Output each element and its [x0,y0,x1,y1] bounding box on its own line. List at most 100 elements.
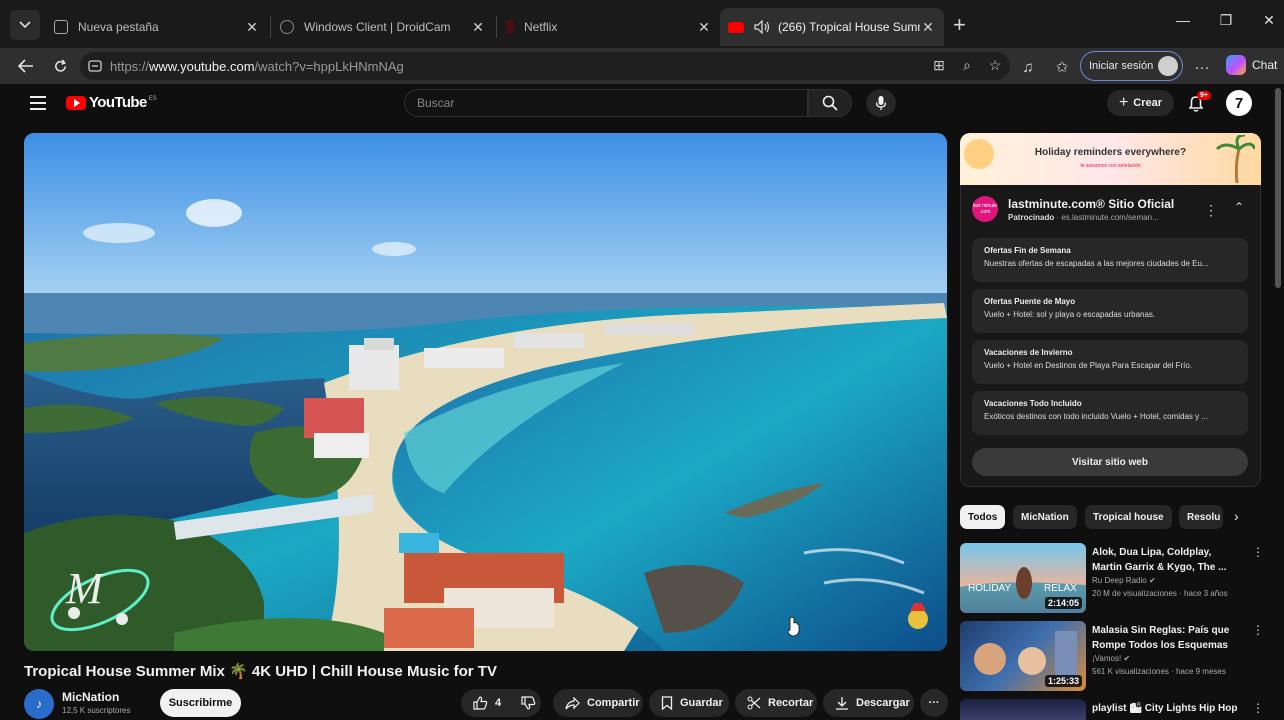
palm-tree-icon [1215,135,1255,183]
video-frame-aerial-beach: M [24,133,947,651]
ad-banner-image[interactable]: Holiday reminders everywhere? te avisamo… [960,133,1261,185]
ad-sitelink[interactable]: Ofertas Fin de Semana Nuestras ofertas d… [972,238,1248,282]
ad-more-options-icon[interactable]: ⋮ [1204,202,1218,219]
favorites-icon[interactable]: ✩ [1052,57,1072,77]
share-button[interactable]: Compartir [553,689,643,717]
copilot-icon [1226,55,1246,75]
browser-tab-bar: Nueva pestaña ✕ Windows Client | DroidCa… [0,0,1284,48]
restore-button[interactable]: ❐ [1211,12,1241,29]
minimize-button[interactable]: — [1168,12,1198,28]
extensions-icon[interactable]: ♫ [1018,57,1038,77]
chip-todos[interactable]: Todos [960,505,1006,529]
reload-button[interactable] [48,54,72,78]
ad-advertiser-logo[interactable]: last minute .com [972,196,998,222]
copilot-chat-button[interactable]: Chat [1226,55,1277,75]
subscribe-button[interactable]: Suscribirme [160,689,241,717]
visit-site-button[interactable]: Visitar sitio web [972,448,1248,476]
tab-nueva-pestana[interactable]: Nueva pestaña ✕ [46,8,268,46]
sign-in-button[interactable]: Iniciar sesión [1080,51,1183,81]
ad-sitelink[interactable]: Ofertas Puente de Mayo Vuelo + Hotel: so… [972,289,1248,333]
chevron-up-icon[interactable]: ⌃ [1234,200,1244,214]
recommendation-channel: Ru Deep Radio ✔ [1092,576,1156,585]
ad-sitelink[interactable]: Vacaciones de Invierno Vuelo + Hotel en … [972,340,1248,384]
save-button[interactable]: Guardar [649,689,729,717]
recommendation-thumbnail[interactable] [960,699,1086,720]
browser-toolbar: https://www.youtube.com/watch?v=hppLkHNm… [0,48,1284,84]
video-player[interactable]: M [24,133,947,651]
close-icon[interactable]: ✕ [244,19,260,36]
recommendation-item[interactable]: 1:25:33 Malasia Sin Reglas: País que Rom… [960,621,1270,693]
tab-netflix[interactable]: Netflix ✕ [498,8,720,46]
page-icon [54,20,68,34]
recommendation-channel: ¡Vamos! ✔ [1092,654,1131,663]
recommendation-title[interactable]: playlist 🏙 City Lights Hip Hop [1092,701,1242,716]
chip-tropical-house[interactable]: Tropical house [1085,505,1172,529]
guide-menu-icon[interactable] [30,96,46,110]
ad-sponsored-line: Patrocinado · es.lastminute.com/seman... [1008,213,1159,222]
download-button[interactable]: Descargar [823,689,914,717]
recommendation-title[interactable]: Alok, Dua Lipa, Coldplay, Martin Garrix … [1092,545,1242,575]
chevron-right-icon[interactable]: › [1234,508,1239,524]
scissors-icon [747,696,761,710]
channel-name[interactable]: MicNation [62,690,119,704]
window-close-button[interactable]: ✕ [1254,12,1284,29]
search-input[interactable]: Buscar [404,89,808,117]
star-icon[interactable]: ☆ [986,56,1004,74]
microphone-icon [875,96,887,110]
ad-sitelink[interactable]: Vacaciones Todo Incluido Exóticos destin… [972,391,1248,435]
recommendation-thumbnail[interactable]: 1:25:33 [960,621,1086,691]
recommendation-item[interactable]: HOLIDAY RELAX 2:14:05 Alok, Dua Lipa, Co… [960,543,1270,615]
more-options-icon[interactable]: ⋮ [1252,623,1264,637]
video-duration: 2:14:05 [1044,597,1082,609]
zoom-icon[interactable]: ⌕ [958,56,976,74]
close-icon[interactable]: ✕ [470,19,486,36]
tab-divider [496,16,497,38]
ad-title[interactable]: lastminute.com® Sitio Oficial [1008,197,1174,211]
chip-micnation[interactable]: MicNation [1013,505,1077,529]
svg-text:RELAX: RELAX [1044,583,1077,594]
speaker-icon[interactable] [754,20,770,34]
more-options-icon[interactable]: ⋮ [1252,701,1264,715]
tab-divider [270,16,271,38]
app-available-icon[interactable]: ⊞ [930,56,948,74]
account-avatar[interactable]: 7 [1226,90,1252,116]
lock-icon [88,60,102,72]
channel-avatar[interactable]: ♪ [24,689,54,719]
reload-icon [54,58,66,72]
address-bar-actions: ⊞ ⌕ ☆ [930,56,1004,74]
back-button[interactable] [14,54,38,78]
recommendation-thumbnail[interactable]: HOLIDAY RELAX 2:14:05 [960,543,1086,613]
ad-panel [960,185,1261,487]
tab-youtube[interactable]: (266) Tropical House Summer ✕ [720,8,944,46]
search-button[interactable] [808,89,852,117]
address-bar[interactable]: https://www.youtube.com/watch?v=hppLkHNm… [80,52,1010,80]
tab-list-button[interactable] [10,10,40,40]
share-icon [565,696,580,709]
tab-droidcam[interactable]: Windows Client | DroidCam ✕ [272,8,494,46]
clip-button[interactable]: Recortar [735,689,817,717]
subscriber-count: 12,5 K suscriptores [62,706,131,715]
svg-text:M: M [65,564,105,613]
more-options-icon[interactable]: ⋮ [1252,545,1264,559]
create-button[interactable]: + Crear [1107,90,1174,116]
more-actions-button[interactable]: ··· [920,689,948,717]
recommendation-title[interactable]: Malasia Sin Reglas: País que Rompe Todos… [1092,623,1242,653]
plus-icon: + [1118,94,1129,111]
youtube-logo[interactable]: YouTube ES [66,94,157,111]
youtube-icon [728,21,744,33]
thumbs-up-icon[interactable] [473,696,488,710]
download-icon [836,697,848,710]
settings-more-button[interactable]: ··· [1192,57,1212,77]
close-icon[interactable]: ✕ [696,19,712,36]
close-icon[interactable]: ✕ [920,19,936,36]
url-text: https://www.youtube.com/watch?v=hppLkHNm… [110,58,404,74]
page-scrollbar[interactable] [1275,88,1281,288]
arrow-left-icon [18,59,33,73]
ad-banner-subheading: te avisamos con antelación [1080,163,1141,169]
voice-search-button[interactable] [866,89,896,117]
recommendation-item[interactable]: playlist 🏙 City Lights Hip Hop ⋮ [960,699,1270,720]
profile-avatar-icon [1158,56,1178,76]
thumbs-down-icon[interactable] [521,696,536,710]
new-tab-button[interactable]: + [953,14,966,36]
chip-resolution[interactable]: Resolu [1179,505,1223,529]
